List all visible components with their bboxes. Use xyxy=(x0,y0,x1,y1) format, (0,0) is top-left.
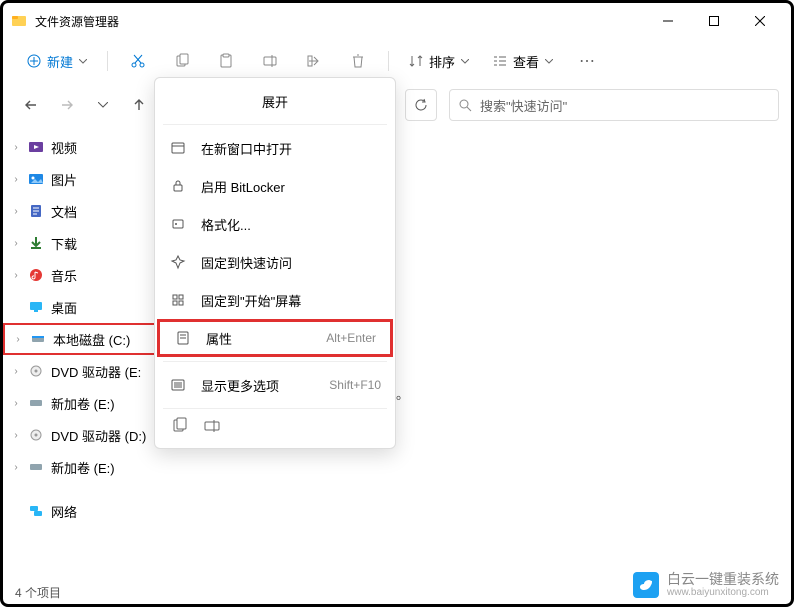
minimize-button[interactable] xyxy=(645,5,691,37)
ctx-pin-start[interactable]: 固定到"开始"屏幕 xyxy=(155,281,395,319)
app-icon xyxy=(11,13,27,29)
ctx-new-window[interactable]: 在新窗口中打开 xyxy=(155,129,395,167)
sidebar: ›视频 ›图片 ›文档 ›下载 ›音乐 桌面 ›本地磁盘 (C:) ›DVD 驱… xyxy=(3,127,168,580)
cut-button[interactable] xyxy=(120,45,156,77)
pin-icon xyxy=(169,253,187,271)
recent-button[interactable] xyxy=(87,89,119,121)
delete-button[interactable] xyxy=(340,45,376,77)
paste-button[interactable] xyxy=(208,45,244,77)
more-icon xyxy=(169,376,187,394)
sort-icon xyxy=(409,54,423,68)
back-button[interactable] xyxy=(15,89,47,121)
sidebar-item-pictures[interactable]: ›图片 xyxy=(3,163,168,195)
sidebar-item-dvd-d[interactable]: ›DVD 驱动器 (D:) xyxy=(3,419,168,451)
sidebar-item-music[interactable]: ›音乐 xyxy=(3,259,168,291)
navbar: 搜索"快速访问" xyxy=(3,83,791,127)
search-input[interactable]: 搜索"快速访问" xyxy=(449,89,779,121)
watermark: 白云一键重装系统 www.baiyunxitong.com xyxy=(633,572,779,598)
forward-button[interactable] xyxy=(51,89,83,121)
plus-icon xyxy=(27,54,41,68)
sidebar-item-downloads[interactable]: ›下载 xyxy=(3,227,168,259)
search-icon xyxy=(458,98,472,112)
sidebar-item-local-disk-c[interactable]: ›本地磁盘 (C:) xyxy=(3,323,168,355)
sort-button[interactable]: 排序 xyxy=(401,48,477,75)
format-icon xyxy=(169,215,187,233)
refresh-button[interactable] xyxy=(405,89,437,121)
view-button[interactable]: 查看 xyxy=(485,48,561,75)
sidebar-item-dvd-e[interactable]: ›DVD 驱动器 (E: xyxy=(3,355,168,387)
properties-icon xyxy=(174,329,192,347)
ctx-more-options[interactable]: 显示更多选项Shift+F10 xyxy=(155,366,395,404)
rename-icon[interactable] xyxy=(203,417,221,440)
copy-icon[interactable] xyxy=(171,417,189,440)
sidebar-item-desktop[interactable]: 桌面 xyxy=(3,291,168,323)
context-menu: 展开 在新窗口中打开 启用 BitLocker 格式化... 固定到快速访问 固… xyxy=(154,77,396,449)
ctx-properties[interactable]: 属性Alt+Enter xyxy=(157,319,393,357)
view-icon xyxy=(493,54,507,68)
sidebar-item-documents[interactable]: ›文档 xyxy=(3,195,168,227)
window-title: 文件资源管理器 xyxy=(35,13,645,30)
lock-icon xyxy=(169,177,187,195)
window-icon xyxy=(169,139,187,157)
ctx-format[interactable]: 格式化... xyxy=(155,205,395,243)
up-button[interactable] xyxy=(123,89,155,121)
watermark-logo xyxy=(633,572,659,598)
chevron-down-icon xyxy=(545,59,553,64)
ctx-pin-quick[interactable]: 固定到快速访问 xyxy=(155,243,395,281)
share-button[interactable] xyxy=(296,45,332,77)
ctx-expand[interactable]: 展开 xyxy=(155,82,395,120)
rename-button[interactable] xyxy=(252,45,288,77)
sidebar-item-volume-e2[interactable]: ›新加卷 (E:) xyxy=(3,451,168,483)
chevron-down-icon xyxy=(79,59,87,64)
new-button[interactable]: 新建 xyxy=(19,48,95,75)
sidebar-item-volume-e[interactable]: ›新加卷 (E:) xyxy=(3,387,168,419)
sidebar-item-videos[interactable]: ›视频 xyxy=(3,131,168,163)
more-button[interactable]: ⋯ xyxy=(569,45,605,77)
maximize-button[interactable] xyxy=(691,5,737,37)
close-button[interactable] xyxy=(737,5,783,37)
chevron-down-icon xyxy=(461,59,469,64)
pin-start-icon xyxy=(169,291,187,309)
item-count: 4 个项目 xyxy=(15,584,61,601)
copy-button[interactable] xyxy=(164,45,200,77)
toolbar: 新建 排序 查看 ⋯ xyxy=(3,39,791,83)
ctx-bitlocker[interactable]: 启用 BitLocker xyxy=(155,167,395,205)
titlebar: 文件资源管理器 xyxy=(3,3,791,39)
sidebar-item-network[interactable]: 网络 xyxy=(3,495,168,527)
